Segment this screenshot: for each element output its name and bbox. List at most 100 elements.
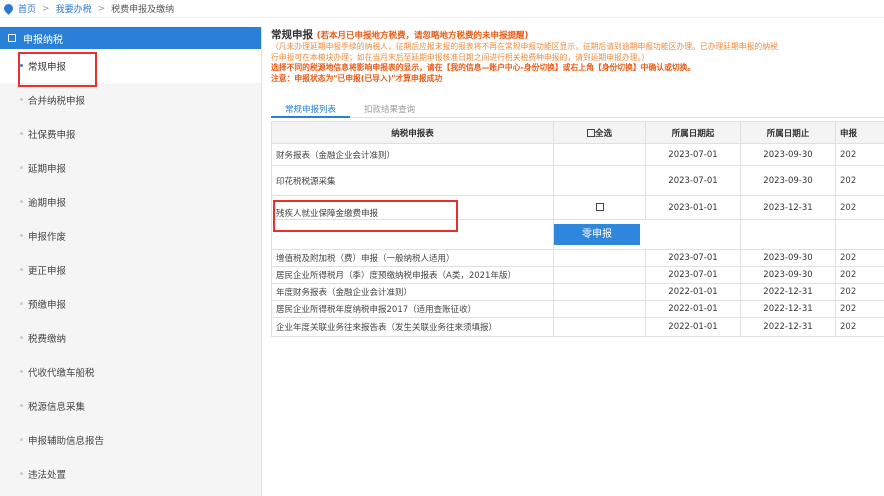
select-cell: [553, 317, 646, 337]
sidebar-item-label: 违法处置: [28, 470, 67, 481]
due-date: 202: [835, 283, 884, 301]
table-row[interactable]: 居民企业所得税年度纳税申报2017（适用查账征收） 2022-01-01 202…: [271, 300, 884, 318]
sidebar-item-label: 申报作废: [28, 232, 67, 243]
sidebar-item-auxiliary-report[interactable]: 申报辅助信息报告: [0, 423, 261, 457]
table-row[interactable]: 财务报表（金融企业会计准则） 2023-07-01 2023-09-30 202: [271, 143, 884, 166]
sidebar-item-label: 更正申报: [28, 266, 67, 277]
sidebar-item-violation[interactable]: 违法处置: [0, 457, 261, 491]
select-cell: [553, 283, 646, 301]
col-header-form: 纳税申报表: [271, 121, 554, 144]
table-row[interactable]: 企业年度关联业务往来报告表（发生关联业务往来须填报） 2022-01-01 20…: [271, 317, 884, 337]
sidebar-item-tax-payment[interactable]: 税费缴纳: [0, 321, 261, 355]
breadcrumb-home[interactable]: 首页: [18, 2, 36, 15]
end-date: 2022-12-31: [740, 283, 836, 301]
select-cell[interactable]: [553, 195, 646, 220]
form-name[interactable]: 企业年度关联业务往来报告表（发生关联业务往来须填报）: [271, 317, 554, 337]
page-title: 常规申报: [271, 29, 313, 41]
bullet-icon: [20, 234, 23, 237]
col-header-start: 所属日期起: [645, 121, 741, 144]
notice-line-2: 行申报可在本模块办理；如在当月末后至延期申报核准日期之间进行相关税费种申报的，请…: [271, 52, 650, 62]
tab-bar: 常规申报列表 扣款结果查询: [271, 104, 884, 118]
sidebar-item-extension[interactable]: 延期申报: [0, 151, 261, 185]
start-date: 2023-07-01: [645, 143, 741, 166]
select-cell: [553, 165, 646, 196]
end-date: 2023-09-30: [740, 143, 836, 166]
sidebar-item-void[interactable]: 申报作废: [0, 219, 261, 253]
menu-square-icon: [8, 34, 16, 42]
bullet-icon: [20, 336, 23, 339]
select-cell: [553, 266, 646, 284]
sidebar-item-label: 税源信息采集: [28, 402, 86, 413]
bullet-icon: [20, 438, 23, 441]
table-header-row: 纳税申报表 全选 所属日期起 所属日期止 申报: [271, 121, 884, 144]
form-name[interactable]: 年度财务报表（金融企业会计准则）: [271, 283, 554, 301]
select-all-label: 全选: [594, 128, 612, 139]
title-warning: (若本月已申报地方税费，请忽略地方税费的未申报提醒): [316, 31, 529, 41]
due-date: 202: [835, 300, 884, 318]
table-row[interactable]: 增值税及附加税（费）申报（一般纳税人适用） 2023-07-01 2023-09…: [271, 249, 884, 267]
table-row[interactable]: 印花税税源采集 2023-07-01 2023-09-30 202: [271, 165, 884, 196]
sidebar-item-label: 申报辅助信息报告: [28, 436, 105, 447]
start-date: 2022-01-01: [645, 317, 741, 337]
due-date: 202: [835, 195, 884, 220]
select-cell: [553, 300, 646, 318]
bullet-icon: [20, 200, 23, 203]
sidebar-header[interactable]: 申报纳税: [0, 27, 261, 49]
start-date: 2022-01-01: [645, 300, 741, 318]
highlight-box-regular-declaration: [18, 52, 97, 87]
page-title-line: 常规申报 (若本月已申报地方税费，请忽略地方税费的未申报提醒): [271, 27, 884, 42]
form-name[interactable]: 印花税税源采集: [271, 165, 554, 196]
breadcrumb-current: 税费申报及缴纳: [111, 5, 175, 15]
empty-cell: [835, 219, 884, 250]
sidebar-item-consolidated-declaration[interactable]: 合并纳税申报: [0, 83, 261, 117]
sidebar-item-label: 社保费申报: [28, 130, 76, 141]
table-row[interactable]: 年度财务报表（金融企业会计准则） 2022-01-01 2022-12-31 2…: [271, 283, 884, 301]
due-date: 202: [835, 266, 884, 284]
highlight-box-disability-row: [273, 200, 458, 232]
sidebar-item-label: 代收代缴车船税: [28, 368, 95, 379]
sidebar-item-overdue[interactable]: 逾期申报: [0, 185, 261, 219]
form-name[interactable]: 财务报表（金融企业会计准则）: [271, 143, 554, 166]
select-all-checkbox[interactable]: [586, 129, 595, 137]
sidebar-item-correction[interactable]: 更正申报: [0, 253, 261, 287]
end-date: 2022-12-31: [740, 300, 836, 318]
bullet-icon: [20, 370, 23, 373]
end-date: 2022-12-31: [740, 317, 836, 337]
breadcrumb: 首页 > 我要办税 > 税费申报及缴纳: [0, 0, 884, 18]
due-date: 202: [835, 249, 884, 267]
breadcrumb-level1[interactable]: 我要办税: [56, 2, 92, 15]
sidebar-item-vehicle-tax[interactable]: 代收代缴车船税: [0, 355, 261, 389]
sidebar-item-label: 合并纳税申报: [28, 96, 86, 107]
notice-line-1: （凡未办理延期申报手续的纳税人，征期后应报未报的报表将不再在常规申报功能区显示，…: [271, 42, 778, 51]
tab-regular-list[interactable]: 常规申报列表: [271, 104, 351, 118]
sidebar-item-tax-source[interactable]: 税源信息采集: [0, 389, 261, 423]
bullet-icon: [20, 302, 23, 305]
location-pin-icon: [2, 2, 15, 15]
tab-deduction-query[interactable]: 扣款结果查询: [350, 104, 429, 118]
zero-declaration-button[interactable]: 零申报: [554, 224, 640, 245]
sidebar-item-social-insurance[interactable]: 社保费申报: [0, 117, 261, 151]
bullet-icon: [20, 166, 23, 169]
bullet-icon: [20, 268, 23, 271]
col-header-select-all[interactable]: 全选: [553, 121, 646, 144]
due-date: 202: [835, 165, 884, 196]
form-name[interactable]: 居民企业所得税月（季）度预缴纳税申报表（A类，2021年版）: [271, 266, 554, 284]
select-cell: [553, 249, 646, 267]
start-date: 2023-07-01: [645, 165, 741, 196]
main-panel: 常规申报 (若本月已申报地方税费，请忽略地方税费的未申报提醒) （凡未办理延期申…: [271, 27, 884, 496]
form-name[interactable]: 增值税及附加税（费）申报（一般纳税人适用）: [271, 249, 554, 267]
table-row[interactable]: 居民企业所得税月（季）度预缴纳税申报表（A类，2021年版） 2023-07-0…: [271, 266, 884, 284]
sidebar-item-prepayment[interactable]: 预缴申报: [0, 287, 261, 321]
start-date: 2023-07-01: [645, 266, 741, 284]
start-date: 2022-01-01: [645, 283, 741, 301]
bullet-icon: [20, 472, 23, 475]
end-date: 2023-09-30: [740, 249, 836, 267]
breadcrumb-separator: >: [42, 3, 50, 14]
due-date: 202: [835, 143, 884, 166]
end-date: 2023-12-31: [740, 195, 836, 220]
row-checkbox[interactable]: [595, 203, 604, 211]
col-header-end: 所属日期止: [740, 121, 836, 144]
select-cell: [553, 143, 646, 166]
action-cell: 零申报: [553, 219, 741, 250]
form-name[interactable]: 居民企业所得税年度纳税申报2017（适用查账征收）: [271, 300, 554, 318]
